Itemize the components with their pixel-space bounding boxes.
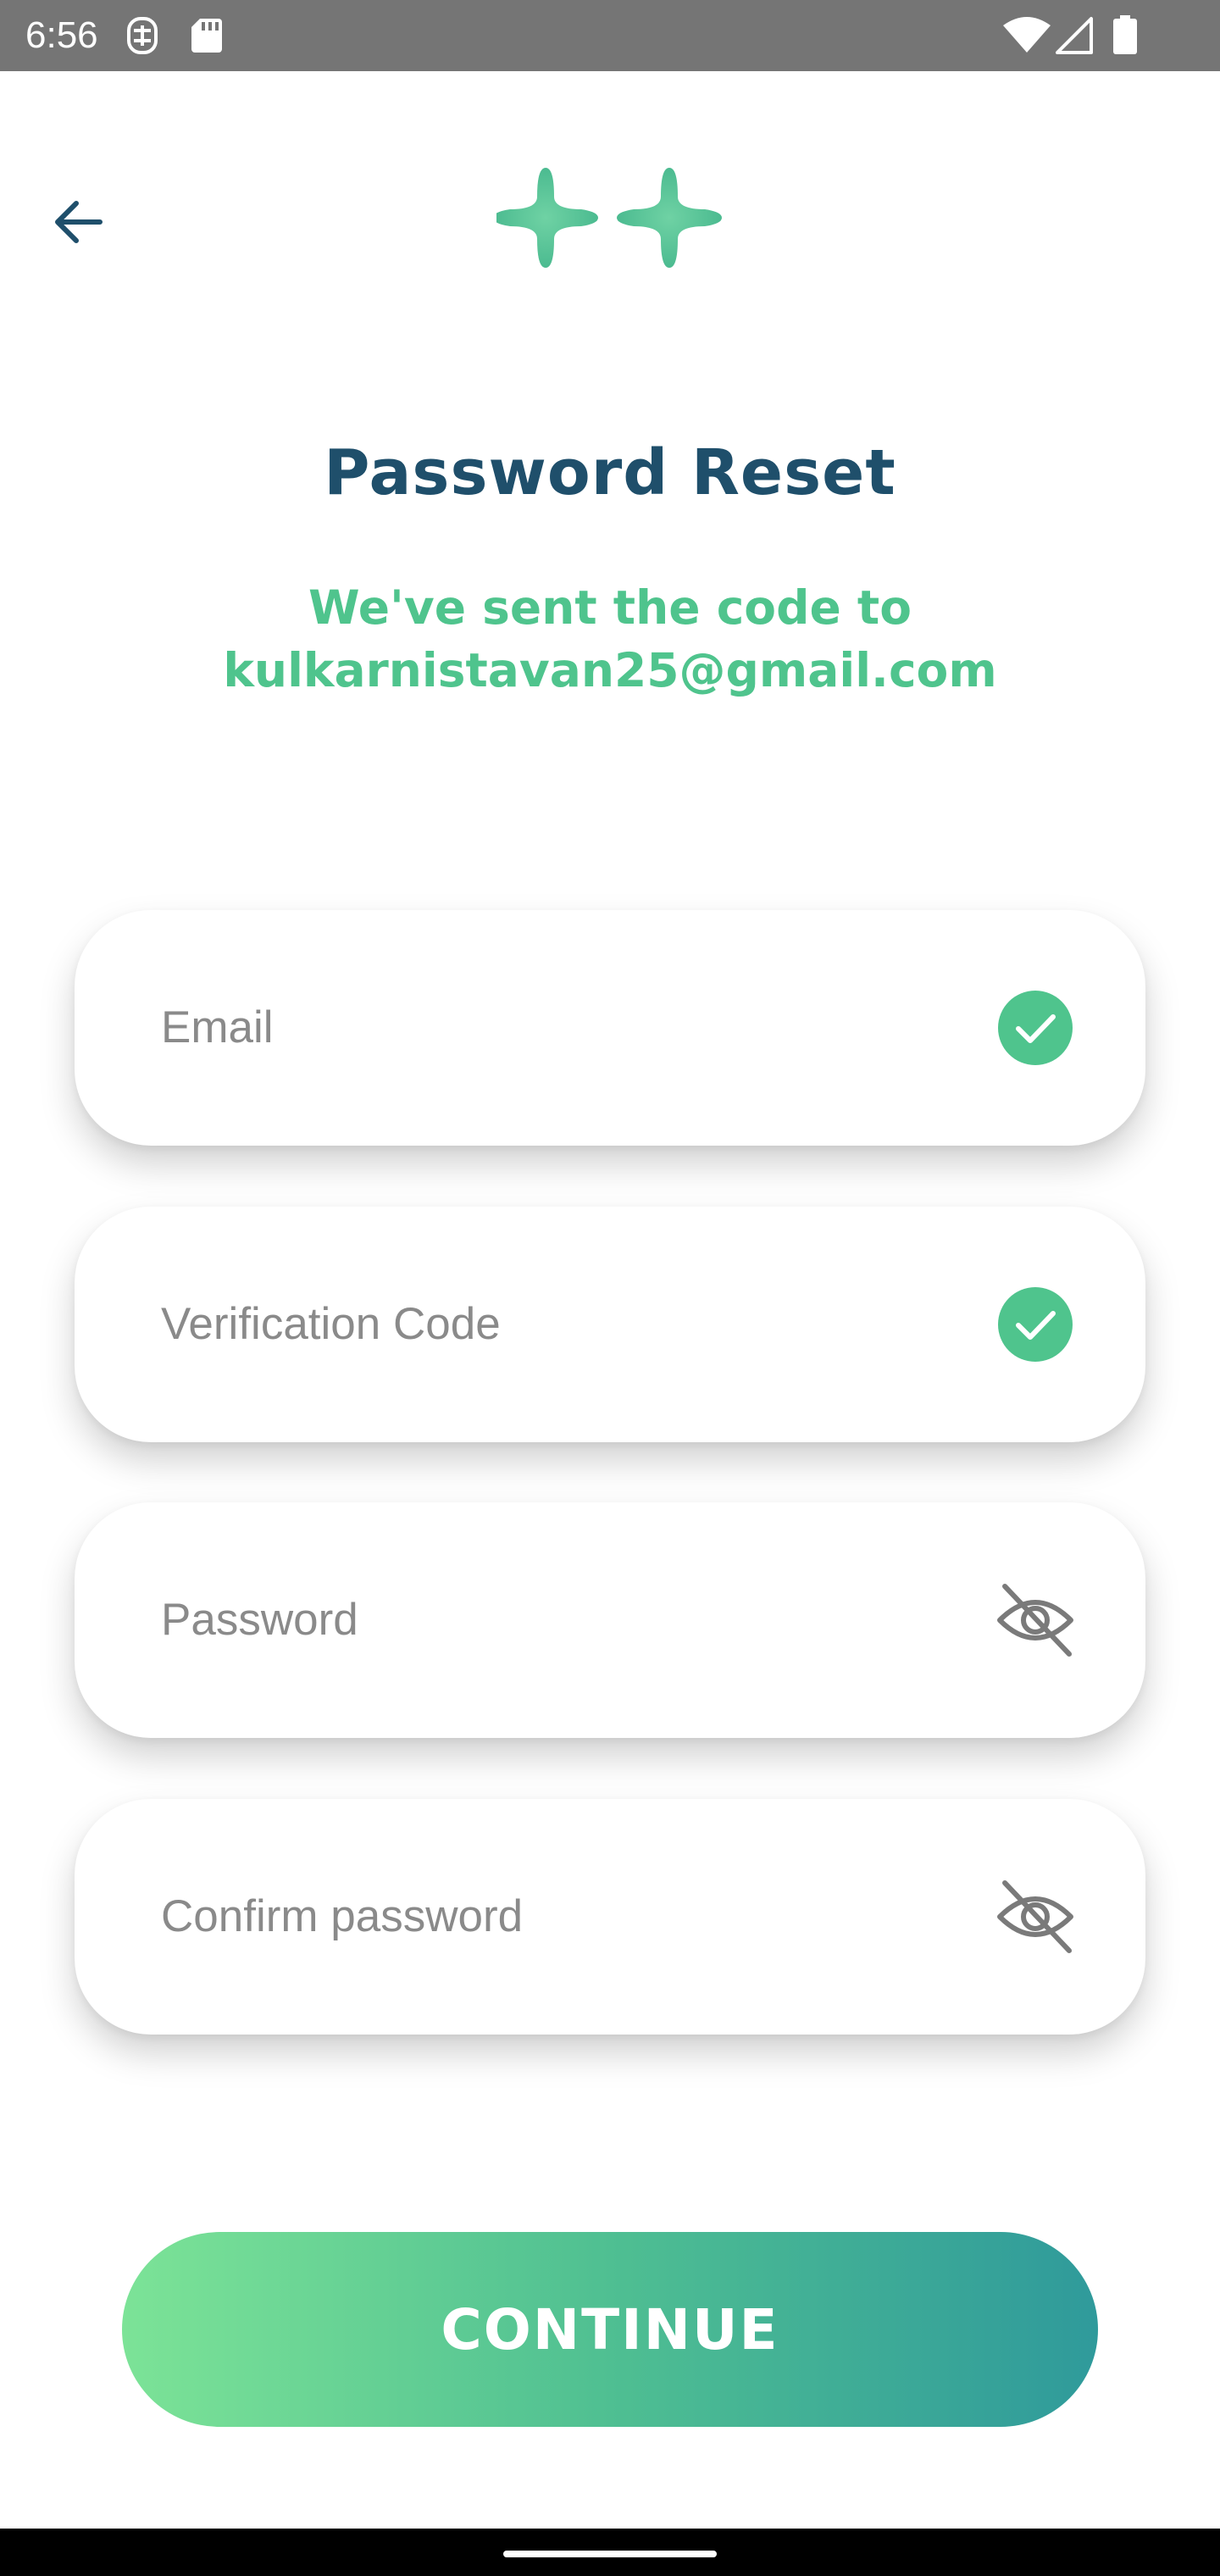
email-field[interactable]: Email <box>75 910 1145 1146</box>
back-button[interactable] <box>37 181 119 263</box>
email-placeholder: Email <box>161 1002 274 1052</box>
sd-card-icon <box>191 19 222 53</box>
arrow-left-icon <box>55 201 103 243</box>
check-circle-icon <box>998 991 1073 1065</box>
continue-button[interactable]: CONTINUE <box>122 2232 1098 2427</box>
confirm-password-field[interactable]: Confirm password <box>75 1799 1145 2035</box>
recipient-email: kulkarnistavan25@gmail.com <box>223 643 997 697</box>
eye-off-icon[interactable] <box>996 1878 1074 1956</box>
verification-code-placeholder: Verification Code <box>161 1299 501 1349</box>
navigation-bar <box>0 2529 1220 2576</box>
continue-label: CONTINUE <box>441 2296 779 2362</box>
check-circle-icon <box>998 1287 1073 1362</box>
status-time: 6:56 <box>25 14 98 56</box>
password-field[interactable]: Password <box>75 1502 1145 1738</box>
battery-icon <box>1113 15 1137 54</box>
cell-signal-icon <box>1056 17 1093 54</box>
page-title: Password Reset <box>324 436 896 509</box>
home-gesture-handle[interactable] <box>503 2551 717 2557</box>
eye-off-icon[interactable] <box>996 1581 1074 1659</box>
code-sent-message: We've sent the code to kulkarnistavan25@… <box>85 576 1135 702</box>
confirm-password-placeholder: Confirm password <box>161 1891 524 1941</box>
status-bar: 6:56 <box>0 0 1220 71</box>
wifi-icon <box>1003 17 1051 53</box>
code-sent-line: We've sent the code to <box>308 580 912 635</box>
verification-code-field[interactable]: Verification Code <box>75 1207 1145 1442</box>
sim-toolkit-icon <box>127 17 158 54</box>
password-placeholder: Password <box>161 1595 358 1645</box>
double-cross-logo <box>496 168 722 268</box>
